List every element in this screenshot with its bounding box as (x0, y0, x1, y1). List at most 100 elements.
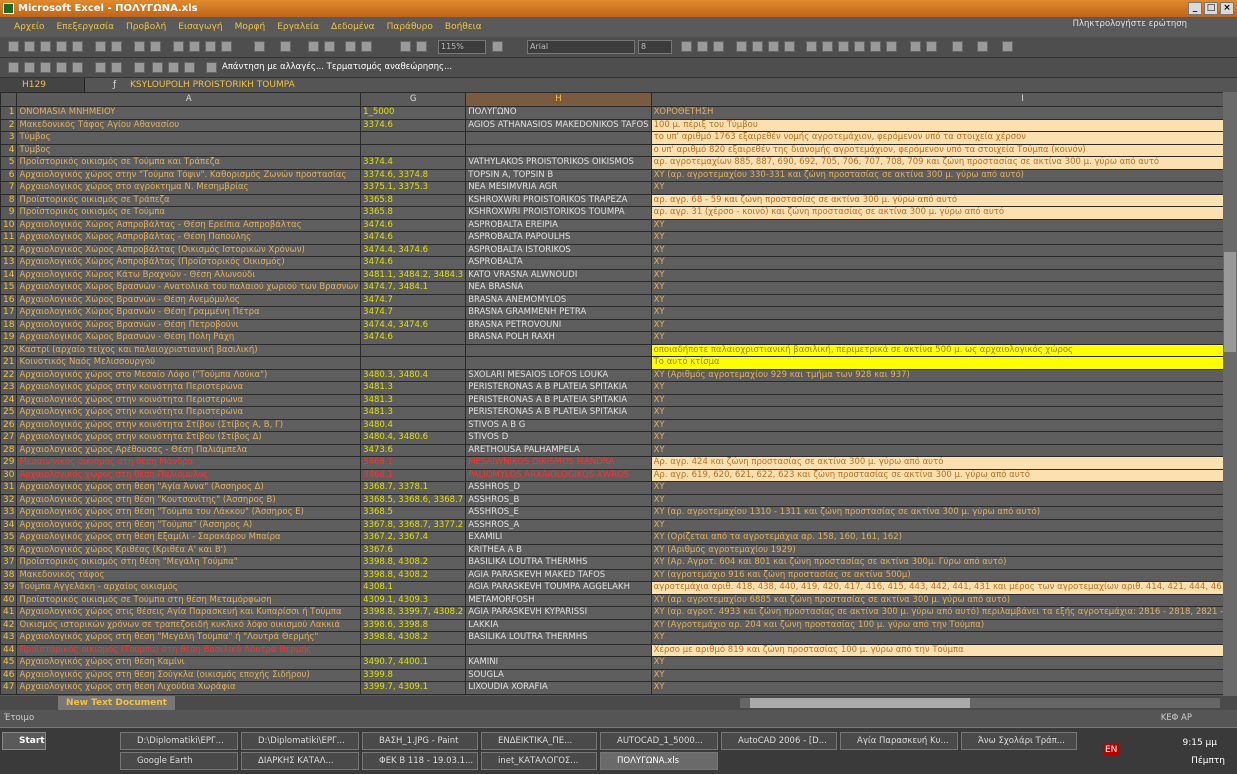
row-header[interactable]: 3 (0, 131, 18, 145)
taskbar-button-inet-katalogos[interactable]: inet_ΚΑΤΑΛΟΓΟΣ... (481, 752, 597, 770)
taskbar-button-diarkis-katal[interactable]: ΔΙΑΡΚΗΣ ΚΑΤΑΛ... (241, 752, 359, 770)
cell-a[interactable]: Αρχαιολογικός χώρος στη θέση Παλιόμυλος (16, 468, 362, 482)
cell-g[interactable]: 3474.7 (360, 293, 467, 307)
format-painter-icon[interactable] (221, 41, 232, 52)
cell-h[interactable]: SOUGLA (465, 668, 652, 682)
cell-h[interactable]: AGIA PARASKEVH MAKED TAFOS (465, 568, 652, 582)
cell-g[interactable]: 3399.8 (360, 668, 467, 682)
cell-h[interactable]: BRASNA ANEMOMYLOS (465, 293, 652, 307)
cell-a[interactable]: Μακεδονικός τάφος (16, 568, 362, 582)
cell-h[interactable] (465, 343, 652, 357)
cell-h[interactable]: BRASNA GRAMMENH PETRA (465, 306, 652, 320)
reviewing-icon-6[interactable] (111, 62, 122, 73)
taskbar-button-autocad-file[interactable]: AUTOCAD_1_5000... (600, 732, 718, 750)
cell-i[interactable]: XY (αρ. αγροτεμαχίου 1310 - 1311 και ζών… (650, 506, 1237, 520)
taskbar-button-polygona-xls[interactable]: ΠΟΛΥΓΩΝΑ.xls (600, 752, 718, 770)
cell-g[interactable] (360, 643, 467, 657)
cell-i[interactable]: XY (650, 418, 1237, 432)
cell-g[interactable]: 1_5000 (360, 106, 467, 120)
align-right-icon[interactable] (768, 41, 779, 52)
cell-g[interactable]: 3474.6 (360, 231, 467, 245)
folder-icon[interactable] (8, 62, 19, 73)
print-preview-icon[interactable] (111, 41, 122, 52)
cell-g[interactable]: 3368.5, 3368.6, 3368.7 (360, 493, 467, 507)
taskbar-button-agia-paraskevi[interactable]: Αγία Παρασκευή Κυ... (840, 732, 958, 750)
cell-i[interactable]: XY (650, 331, 1237, 345)
cell-a[interactable]: Αρχαιολογικός χώρος στη θέση Λιχούδια Χω… (16, 681, 362, 695)
permission-icon[interactable] (56, 41, 67, 52)
cell-g[interactable]: 3398.8, 4308.2 (360, 631, 467, 645)
cell-g[interactable]: 3490.7, 4400.1 (360, 656, 467, 670)
zoom-select[interactable]: 115% (438, 40, 486, 54)
percent-icon[interactable] (822, 41, 833, 52)
cell-i[interactable]: XY (650, 443, 1237, 457)
research-icon[interactable] (150, 41, 161, 52)
cell-i[interactable]: ΧΟΡΟΘΕΤΗΣΗ (650, 106, 1237, 120)
cell-i[interactable]: Αρ. αγρ. 619, 620, 621, 622, 623 και ζών… (650, 468, 1237, 482)
font-color-icon[interactable] (1002, 41, 1013, 52)
row-header[interactable]: 2 (0, 118, 18, 132)
cell-i[interactable]: ο υπ' αριθμό 820 εξαιρεθέν της διανομής … (650, 143, 1237, 157)
cell-i[interactable]: XY (650, 181, 1237, 195)
copy-icon[interactable] (189, 41, 200, 52)
cell-h[interactable]: SXOLARI MESAIOS LOFOS LOUKA (465, 368, 652, 382)
cell-i[interactable]: XY (αρ. αγροτεμαχίου 6885 και ζώνη προστ… (650, 593, 1237, 607)
cut-icon[interactable] (173, 41, 184, 52)
row-header[interactable]: 20 (0, 343, 18, 357)
cell-h[interactable]: KAMINI (465, 656, 652, 670)
cell-a[interactable]: Αρχαιολογικός χώρος Αρέθουσας - Θέση Παλ… (16, 443, 362, 457)
cell-g[interactable]: 3473.6 (360, 443, 467, 457)
clock-time[interactable]: 9:15 μμ (1182, 738, 1217, 748)
select-all-corner[interactable] (0, 92, 18, 107)
menu-insert[interactable]: Εισαγωγή (172, 17, 228, 37)
taskbar-button-explorer-1[interactable]: D:\Diplomatiki\ΕΡΓ... (120, 732, 238, 750)
cell-a[interactable]: Τύμβος (16, 131, 362, 145)
cell-h[interactable] (465, 143, 652, 157)
cell-g[interactable]: 3365.8 (360, 193, 467, 207)
row-header[interactable]: 6 (0, 168, 18, 182)
vertical-scroll-thumb[interactable] (1224, 252, 1236, 352)
cell-h[interactable]: BASILIKA LOUTRA THERMHS (465, 556, 652, 570)
open-icon[interactable] (24, 41, 35, 52)
cell-i[interactable]: XY (650, 281, 1237, 295)
cell-a[interactable]: Αρχαιολογικός Χώρος Ασπροβάλτας (Οικισμό… (16, 243, 362, 257)
new-icon[interactable] (8, 41, 19, 52)
cell-g[interactable]: 3468.1 (360, 468, 467, 482)
cell-h[interactable]: ASSHROS_A (465, 518, 652, 532)
cell-i[interactable]: XY (650, 293, 1237, 307)
cell-i[interactable]: XY (650, 631, 1237, 645)
cell-i[interactable]: XY (650, 481, 1237, 495)
cell-a[interactable]: Αρχαιολογικός χώρος στην κοινότητα Περισ… (16, 393, 362, 407)
cell-h[interactable]: BASILIKA LOUTRA THERMHS (465, 631, 652, 645)
cell-a[interactable]: Αρχαιολογικός χώρος στο Μεσαίο Λόφο ("Το… (16, 368, 362, 382)
increase-decimal-icon[interactable] (870, 41, 881, 52)
fx-icon[interactable]: ƒ (113, 78, 116, 92)
cell-i[interactable]: αρ. αγρ. 31 (χέρσο - κοινό) και ζώνη προ… (650, 206, 1237, 220)
cell-a[interactable]: Αρχαιολογικός χώρος στη θέση Σούγκλα (οι… (16, 668, 362, 682)
cell-h[interactable]: PALIOMYLOS ARXAIOLOGIKOS XWROS (465, 468, 652, 482)
font-select[interactable]: Arial (527, 40, 635, 54)
row-header[interactable]: 27 (0, 431, 18, 445)
cell-a[interactable]: Αρχαιολογικός χώρος στη θέση "Τούμπα" (Ά… (16, 518, 362, 532)
cell-h[interactable]: AGIOS ATHANASIOS MAKEDONIKOS TAFOS (465, 118, 652, 132)
row-header[interactable]: 46 (0, 668, 18, 682)
reply-with-changes-icon[interactable] (206, 62, 217, 73)
row-header[interactable]: 16 (0, 293, 18, 307)
cell-a[interactable]: Αρχαιολογικός χώρος στις θέσεις Αγία Παρ… (16, 606, 362, 620)
borders-icon[interactable] (952, 41, 963, 52)
cell-g[interactable]: 3374.6, 3374.8 (360, 168, 467, 182)
bold-icon[interactable] (681, 41, 692, 52)
cell-h[interactable]: EXAMILI (465, 531, 652, 545)
cell-a[interactable]: Αρχαιολογικός Χώρος Ασπροβάλτας - Θέση Π… (16, 231, 362, 245)
reviewing-icon-3[interactable] (56, 62, 67, 73)
row-header[interactable]: 29 (0, 456, 18, 470)
cell-g[interactable]: 3481.3 (360, 406, 467, 420)
cell-a[interactable]: Αρχαιολογικός Χώρος Κάτω Βραχνών - Θέση … (16, 268, 362, 282)
cell-h[interactable]: NEA MESIMVRIA AGR (465, 181, 652, 195)
row-header[interactable]: 45 (0, 656, 18, 670)
cell-g[interactable]: 3481.3 (360, 393, 467, 407)
cell-h[interactable]: STIVOS A B G (465, 418, 652, 432)
row-header[interactable]: 10 (0, 218, 18, 232)
cell-a[interactable]: ONOMASIA MNHMEIOY (16, 106, 362, 120)
cell-i[interactable]: Αρ. αγρ. 424 και ζώνη προστασίας σε ακτί… (650, 456, 1237, 470)
